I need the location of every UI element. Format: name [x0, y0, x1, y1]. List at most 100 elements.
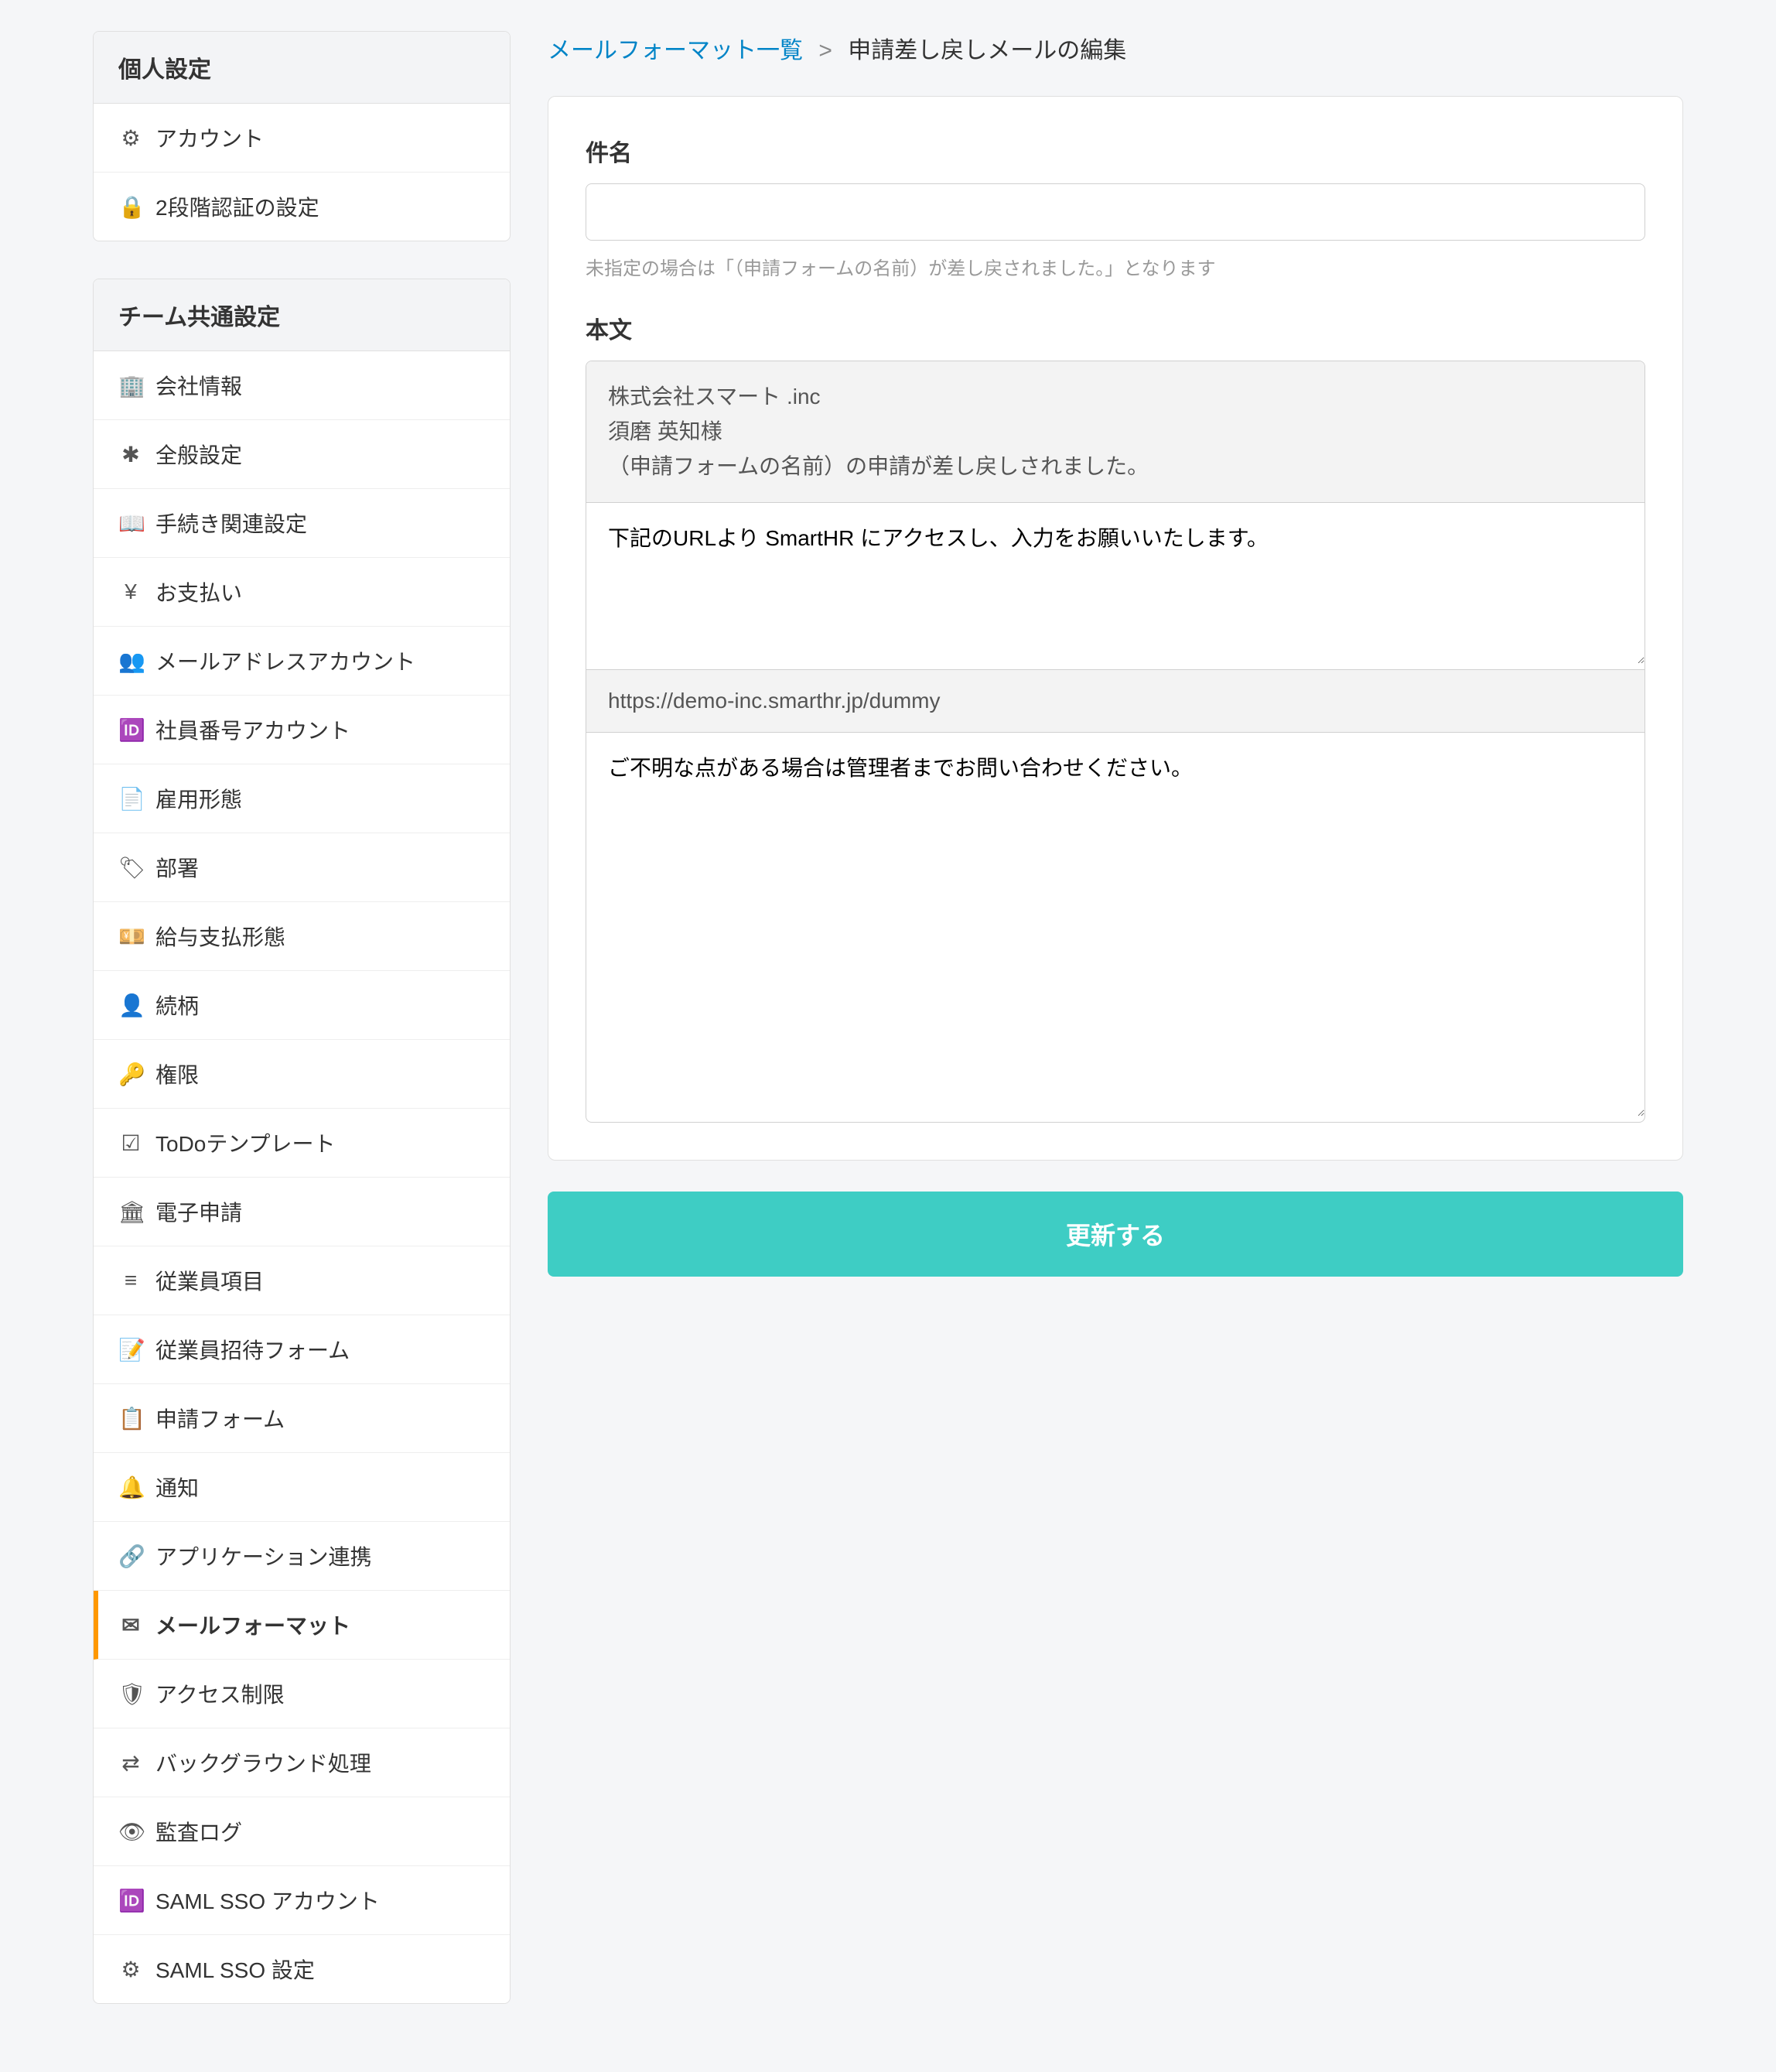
sidebar-item-company[interactable]: 🏢 会社情報	[94, 351, 510, 420]
transfer-icon: ⇄	[118, 1750, 143, 1776]
sidebar-section-team: チーム共通設定 🏢 会社情報 ✱ 全般設定 📖 手続き関連設定 ¥ お支払い 👥…	[93, 279, 511, 2004]
sidebar-item-label: 全般設定	[155, 439, 242, 470]
sidebar-header-personal: 個人設定	[94, 32, 510, 104]
gears-icon: ⚙	[118, 1957, 143, 1982]
id-card-icon: 🆔	[118, 1888, 143, 1913]
sidebar-item-label: メールフォーマット	[155, 1609, 350, 1640]
bank-icon: 🏛	[118, 1199, 143, 1225]
body-url: https://demo-inc.smarthr.jp/dummy	[586, 669, 1645, 733]
users-icon: 👥	[118, 648, 143, 674]
lock-icon: 🔒	[118, 194, 143, 220]
id-card-icon: 🆔	[118, 717, 143, 743]
sidebar-item-saml-account[interactable]: 🆔 SAML SSO アカウント	[94, 1866, 510, 1935]
sidebar-item-employment-type[interactable]: 📄 雇用形態	[94, 764, 510, 833]
sidebar-item-label: アカウント	[155, 122, 264, 153]
sidebar-item-eapplication[interactable]: 🏛 電子申請	[94, 1178, 510, 1246]
sidebar-item-label: SAML SSO 設定	[155, 1954, 315, 1985]
submit-button[interactable]: 更新する	[548, 1192, 1683, 1277]
sidebar-item-label: バックグラウンド処理	[155, 1747, 371, 1778]
subject-group: 件名 未指定の場合は「（申請フォームの名前）が差し戻されました。」となります	[586, 134, 1645, 280]
bell-icon: 🔔	[118, 1475, 143, 1500]
link-icon: 🔗	[118, 1544, 143, 1569]
building-icon: 🏢	[118, 373, 143, 398]
checkbox-icon: ☑	[118, 1130, 143, 1156]
sidebar-item-label: 雇用形態	[155, 783, 242, 814]
sidebar-item-label: 通知	[155, 1472, 199, 1503]
sidebar-item-email-account[interactable]: 👥 メールアドレスアカウント	[94, 627, 510, 696]
sidebar-item-label: アプリケーション連携	[155, 1540, 371, 1571]
sidebar-item-access[interactable]: 🛡 アクセス制限	[94, 1660, 510, 1728]
sidebar-item-saml-settings[interactable]: ⚙ SAML SSO 設定	[94, 1935, 510, 2003]
sidebar-item-salary[interactable]: 💴 給与支払形態	[94, 902, 510, 971]
sidebar-item-label: メールアドレスアカウント	[155, 645, 415, 676]
sidebar-item-account[interactable]: ⚙ アカウント	[94, 104, 510, 173]
breadcrumb-link[interactable]: メールフォーマット一覧	[548, 38, 803, 63]
subject-input[interactable]	[586, 183, 1645, 241]
sidebar-item-label: 部署	[155, 852, 199, 883]
sidebar-item-todo[interactable]: ☑ ToDoテンプレート	[94, 1109, 510, 1178]
breadcrumb-current: 申請差し戻しメールの編集	[848, 38, 1126, 63]
form-icon: 📝	[118, 1337, 143, 1363]
sidebar-item-mail-format[interactable]: ✉ メールフォーマット	[94, 1591, 510, 1660]
body-container: 株式会社スマート .inc 須磨 英知様 （申請フォームの名前）の申請が差し戻し…	[586, 361, 1645, 1123]
sidebar-item-label: 給与支払形態	[155, 921, 285, 952]
tag-icon: 🏷	[118, 855, 143, 880]
sidebar-item-general[interactable]: ✱ 全般設定	[94, 420, 510, 489]
money-icon: 💴	[118, 924, 143, 949]
sidebar-item-relationship[interactable]: 👤 続柄	[94, 971, 510, 1040]
sidebar: 個人設定 ⚙ アカウント 🔒 2段階認証の設定 チーム共通設定 🏢 会社情報 ✱…	[93, 31, 511, 2041]
sidebar-item-permissions[interactable]: 🔑 権限	[94, 1040, 510, 1109]
sidebar-item-label: 2段階認証の設定	[155, 191, 319, 222]
sidebar-item-background[interactable]: ⇄ バックグラウンド処理	[94, 1728, 510, 1797]
key-icon: 🔑	[118, 1062, 143, 1087]
sidebar-item-label: 電子申請	[155, 1196, 242, 1227]
sidebar-header-team: チーム共通設定	[94, 279, 510, 351]
sidebar-item-label: 手続き関連設定	[155, 508, 307, 539]
body-textarea-2[interactable]	[586, 733, 1645, 1116]
sidebar-item-label: 申請フォーム	[155, 1403, 285, 1434]
sidebar-item-application-form[interactable]: 📋 申請フォーム	[94, 1384, 510, 1453]
body-label: 本文	[586, 311, 1645, 345]
clipboard-icon: 📋	[118, 1406, 143, 1431]
gear-icon: ⚙	[118, 125, 143, 151]
sidebar-item-label: ToDoテンプレート	[155, 1127, 336, 1158]
sidebar-item-label: 社員番号アカウント	[155, 714, 350, 745]
person-icon: 👤	[118, 993, 143, 1018]
sidebar-item-2fa[interactable]: 🔒 2段階認証の設定	[94, 173, 510, 241]
sidebar-item-invite-form[interactable]: 📝 従業員招待フォーム	[94, 1315, 510, 1384]
sidebar-item-label: 従業員項目	[155, 1265, 264, 1296]
sidebar-item-audit[interactable]: 👁 監査ログ	[94, 1797, 510, 1866]
list-icon: ≡	[118, 1268, 143, 1293]
sidebar-item-procedures[interactable]: 📖 手続き関連設定	[94, 489, 510, 558]
subject-label: 件名	[586, 134, 1645, 168]
envelope-icon: ✉	[118, 1612, 143, 1638]
sidebar-item-employee-fields[interactable]: ≡ 従業員項目	[94, 1246, 510, 1315]
book-icon: 📖	[118, 511, 143, 536]
sidebar-item-label: アクセス制限	[155, 1678, 285, 1709]
body-fixed-header: 株式会社スマート .inc 須磨 英知様 （申請フォームの名前）の申請が差し戻し…	[586, 361, 1645, 503]
asterisk-icon: ✱	[118, 442, 143, 467]
breadcrumb-separator: >	[818, 38, 832, 63]
sidebar-item-label: 従業員招待フォーム	[155, 1334, 350, 1365]
yen-icon: ¥	[118, 580, 143, 604]
sidebar-item-employee-id[interactable]: 🆔 社員番号アカウント	[94, 696, 510, 764]
sidebar-item-integrations[interactable]: 🔗 アプリケーション連携	[94, 1522, 510, 1591]
eye-icon: 👁	[118, 1819, 143, 1845]
sidebar-item-label: 権限	[155, 1058, 199, 1089]
sidebar-item-label: お支払い	[155, 576, 242, 607]
subject-help: 未指定の場合は「（申請フォームの名前）が差し戻されました。」となります	[586, 253, 1645, 280]
sidebar-item-notifications[interactable]: 🔔 通知	[94, 1453, 510, 1522]
sidebar-item-label: 監査ログ	[155, 1816, 242, 1847]
breadcrumb: メールフォーマット一覧 > 申請差し戻しメールの編集	[548, 31, 1683, 65]
sidebar-section-personal: 個人設定 ⚙ アカウント 🔒 2段階認証の設定	[93, 31, 511, 241]
form-card: 件名 未指定の場合は「（申請フォームの名前）が差し戻されました。」となります 本…	[548, 96, 1683, 1161]
shield-icon: 🛡	[118, 1681, 143, 1707]
sidebar-item-payment[interactable]: ¥ お支払い	[94, 558, 510, 627]
body-group: 本文 株式会社スマート .inc 須磨 英知様 （申請フォームの名前）の申請が差…	[586, 311, 1645, 1123]
main-content: メールフォーマット一覧 > 申請差し戻しメールの編集 件名 未指定の場合は「（申…	[548, 31, 1683, 1277]
body-textarea-1[interactable]	[586, 503, 1645, 664]
sidebar-item-department[interactable]: 🏷 部署	[94, 833, 510, 902]
sidebar-item-label: SAML SSO アカウント	[155, 1885, 380, 1916]
document-icon: 📄	[118, 786, 143, 812]
sidebar-item-label: 続柄	[155, 990, 199, 1021]
